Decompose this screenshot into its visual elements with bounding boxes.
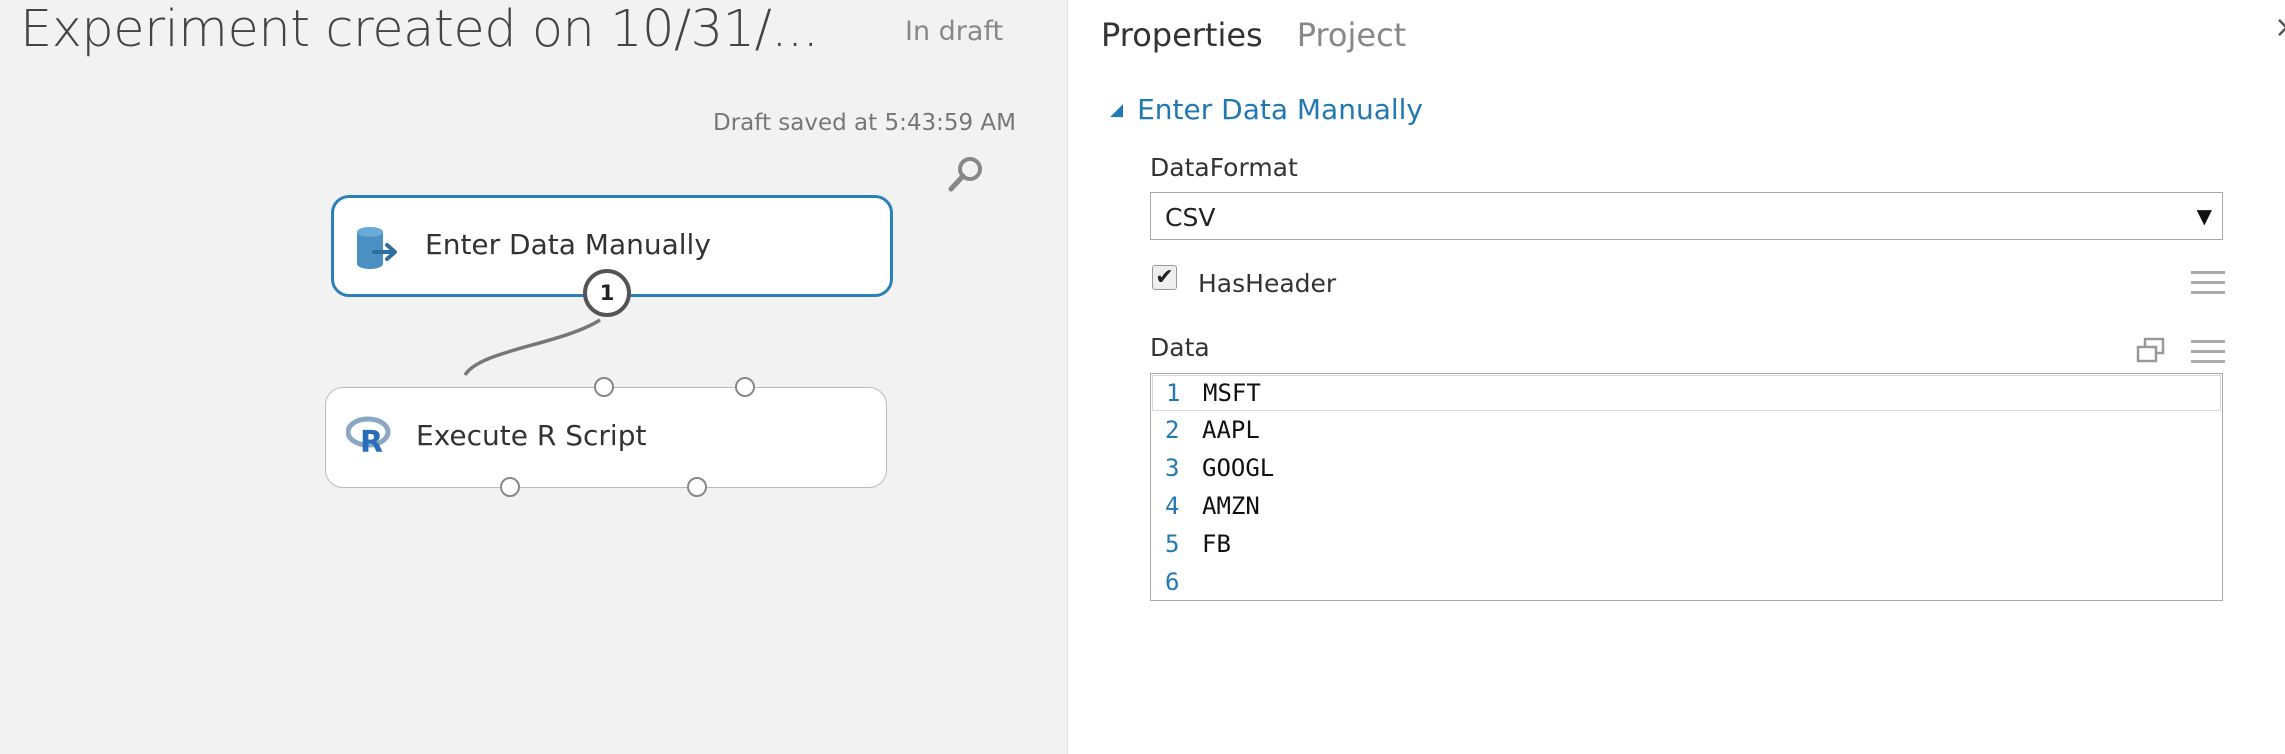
editor-line[interactable]: 1 MSFT <box>1152 375 2221 411</box>
dataformat-label: DataFormat <box>1150 153 1298 182</box>
checkmark-icon: ✔ <box>1155 264 1174 290</box>
line-number: 2 <box>1165 416 1180 444</box>
experiment-canvas[interactable]: Experiment created on 10/31/... In draft… <box>0 0 1068 754</box>
dataset-input-icon <box>357 227 397 269</box>
hasheader-checkbox[interactable]: ✔ <box>1152 265 1177 290</box>
dataformat-select[interactable]: CSV ▼ <box>1150 192 2223 240</box>
module-label: Enter Data Manually <box>425 228 711 261</box>
line-text: MSFT <box>1203 379 1261 407</box>
line-text: GOOGL <box>1202 454 1275 482</box>
line-number: 1 <box>1166 379 1181 407</box>
panel-tabs: Properties Project <box>1101 16 1406 54</box>
connection-wire <box>455 318 601 400</box>
data-editor[interactable]: 1 MSFT 2 AAPL 3 GOOGL 4 AMZN 5 FB 6 <box>1150 373 2223 601</box>
input-port-2[interactable] <box>594 377 614 397</box>
output-port-r-2[interactable] <box>687 477 707 497</box>
editor-line[interactable]: 4 AMZN <box>1151 487 2222 525</box>
input-port-3[interactable] <box>735 377 755 397</box>
chevron-down-icon: ▼ <box>2196 204 2212 228</box>
svg-text:R: R <box>360 425 383 458</box>
editor-line[interactable]: 5 FB <box>1151 525 2222 563</box>
line-text: FB <box>1202 530 1231 558</box>
line-text: AMZN <box>1202 492 1260 520</box>
module-label: Execute R Script <box>416 419 647 452</box>
output-port-1[interactable]: 1 <box>583 269 631 317</box>
line-text: AAPL <box>1202 416 1260 444</box>
hasheader-menu-icon[interactable] <box>2191 271 2225 297</box>
section-title: Enter Data Manually <box>1137 93 1423 126</box>
collapse-triangle-icon: ◢ <box>1110 99 1124 120</box>
close-icon[interactable]: × <box>2274 10 2285 45</box>
data-label: Data <box>1150 333 1210 362</box>
dataformat-value: CSV <box>1165 203 1216 232</box>
editor-line[interactable]: 2 AAPL <box>1151 411 2222 449</box>
hasheader-label: HasHeader <box>1198 269 1337 298</box>
module-execute-r-script[interactable]: R Execute R Script <box>325 387 887 488</box>
editor-line[interactable]: 6 <box>1151 563 2222 601</box>
line-number: 4 <box>1165 492 1180 520</box>
r-logo-icon: R <box>346 416 391 458</box>
data-menu-icon[interactable] <box>2191 340 2225 366</box>
line-number: 5 <box>1165 530 1180 558</box>
popout-icon[interactable] <box>2135 337 2167 365</box>
line-number: 6 <box>1165 568 1180 596</box>
section-header[interactable]: ◢ Enter Data Manually <box>1110 93 1423 126</box>
tab-project[interactable]: Project <box>1297 16 1406 54</box>
tab-properties[interactable]: Properties <box>1101 16 1263 54</box>
output-port-r-1[interactable] <box>500 477 520 497</box>
editor-line[interactable]: 3 GOOGL <box>1151 449 2222 487</box>
line-number: 3 <box>1165 454 1180 482</box>
